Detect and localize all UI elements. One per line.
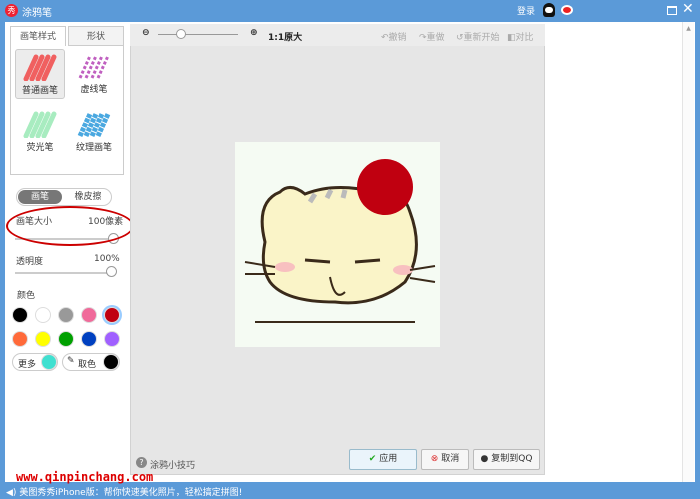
apply-label: 应用 bbox=[379, 454, 398, 464]
color-picker-button[interactable]: ✎ 取色 bbox=[62, 353, 120, 371]
undo-label: 撤销 bbox=[388, 33, 407, 43]
highlighter-brush-icon bbox=[23, 111, 57, 138]
tab-shape[interactable]: 形状 bbox=[68, 26, 124, 46]
opacity-slider[interactable] bbox=[15, 272, 113, 274]
redo-button[interactable]: ↷重做 bbox=[419, 30, 445, 43]
copy-to-qq-label: 复制到QQ bbox=[491, 454, 533, 464]
red-dot bbox=[357, 159, 413, 215]
color-swatch[interactable] bbox=[58, 307, 74, 323]
login-link[interactable]: 登录 bbox=[517, 4, 535, 17]
brush-eraser-toggle: 画笔 橡皮擦 bbox=[16, 188, 112, 206]
weibo-icon[interactable] bbox=[561, 5, 573, 15]
color-swatch[interactable] bbox=[81, 331, 97, 347]
dashed-brush-icon bbox=[78, 55, 110, 79]
qq-icon: ● bbox=[480, 454, 489, 464]
copy-to-qq-button[interactable]: ● 复制到QQ bbox=[473, 449, 540, 470]
restart-button[interactable]: ↺重新开始 bbox=[456, 30, 500, 43]
zoom-in-icon[interactable]: ⊕ bbox=[250, 28, 258, 38]
color-picker-label: 取色 bbox=[78, 360, 97, 370]
color-label: 颜色 bbox=[17, 291, 36, 301]
qq-icon[interactable] bbox=[543, 3, 555, 17]
annotation-ellipse bbox=[6, 206, 134, 246]
help-icon[interactable]: ? bbox=[136, 457, 147, 468]
actual-size-button[interactable]: 1:1原大 bbox=[268, 30, 302, 43]
more-colors-button[interactable]: 更多 bbox=[12, 353, 58, 371]
status-bar: ◀) 美图秀秀iPhone版：帮你快速美化照片，轻松搞定拼图! bbox=[0, 482, 700, 499]
color-swatch[interactable] bbox=[12, 331, 28, 347]
opacity-slider-handle[interactable] bbox=[106, 266, 117, 277]
eyedropper-icon: ✎ bbox=[67, 356, 75, 366]
tips-link[interactable]: 涂鸦小技巧 bbox=[150, 458, 195, 471]
zoom-out-icon[interactable]: ⊖ bbox=[142, 28, 150, 38]
brush-normal[interactable]: 普通画笔 bbox=[15, 49, 65, 99]
color-swatch[interactable] bbox=[35, 331, 51, 347]
opacity-label: 透明度 bbox=[16, 257, 44, 267]
color-swatch[interactable] bbox=[104, 307, 120, 323]
title-bar: 秀 涂鸦笔 登录 ✕ bbox=[0, 0, 700, 22]
scroll-up-icon[interactable]: ▲ bbox=[683, 25, 694, 32]
brush-label: 荧光笔 bbox=[26, 143, 54, 153]
color-swatch[interactable] bbox=[35, 307, 51, 323]
zoom-slider[interactable] bbox=[158, 34, 238, 35]
eraser-mode-button[interactable]: 橡皮擦 bbox=[65, 190, 111, 204]
maximize-button[interactable] bbox=[667, 6, 677, 15]
scrollbar[interactable]: ▲ bbox=[682, 22, 694, 482]
apply-button[interactable]: ✔ 应用 bbox=[349, 449, 417, 470]
color-swatch[interactable] bbox=[104, 331, 120, 347]
brush-texture[interactable]: 纹理画笔 bbox=[69, 107, 119, 157]
color-swatch[interactable] bbox=[81, 307, 97, 323]
speaker-icon: ◀) bbox=[6, 488, 17, 498]
opacity-value: 100% bbox=[94, 254, 120, 264]
more-color-swatch bbox=[41, 354, 57, 370]
cancel-button[interactable]: ⊗ 取消 bbox=[421, 449, 469, 470]
right-panel bbox=[552, 22, 690, 482]
restart-label: 重新开始 bbox=[463, 33, 500, 43]
zoom-slider-handle[interactable] bbox=[176, 29, 186, 39]
undo-button[interactable]: ↶撤销 bbox=[381, 30, 407, 43]
texture-brush-icon bbox=[77, 112, 111, 138]
brush-label: 普通画笔 bbox=[21, 86, 58, 96]
cat-drawing bbox=[244, 159, 436, 323]
check-icon: ✔ bbox=[368, 454, 377, 464]
brush-label: 虚线笔 bbox=[80, 85, 108, 95]
brush-style-panel: 普通画笔 虚线笔 荧光笔 纹理画笔 bbox=[10, 45, 124, 175]
brush-label: 纹理画笔 bbox=[75, 143, 112, 153]
status-text[interactable]: 美图秀秀iPhone版：帮你快速美化照片，轻松搞定拼图! bbox=[19, 488, 242, 498]
cancel-icon: ⊗ bbox=[430, 454, 439, 464]
cat-image[interactable] bbox=[235, 142, 440, 347]
close-button[interactable]: ✕ bbox=[682, 1, 694, 17]
compare-button[interactable]: ◧对比 bbox=[507, 30, 534, 43]
brush-mode-button[interactable]: 画笔 bbox=[18, 190, 62, 204]
redo-label: 重做 bbox=[426, 33, 445, 43]
compare-label: 对比 bbox=[515, 33, 534, 43]
color-swatch[interactable] bbox=[58, 331, 74, 347]
brush-dashed[interactable]: 虚线笔 bbox=[69, 49, 119, 99]
more-colors-label: 更多 bbox=[18, 360, 37, 370]
app-logo-icon: 秀 bbox=[5, 4, 18, 17]
brush-highlighter[interactable]: 荧光笔 bbox=[15, 107, 65, 157]
cancel-label: 取消 bbox=[441, 454, 460, 464]
picked-color-swatch bbox=[103, 354, 119, 370]
normal-brush-icon bbox=[23, 54, 57, 81]
tab-brush-style[interactable]: 画笔样式 bbox=[10, 26, 66, 46]
window-title: 涂鸦笔 bbox=[22, 8, 52, 19]
color-swatch[interactable] bbox=[12, 307, 28, 323]
